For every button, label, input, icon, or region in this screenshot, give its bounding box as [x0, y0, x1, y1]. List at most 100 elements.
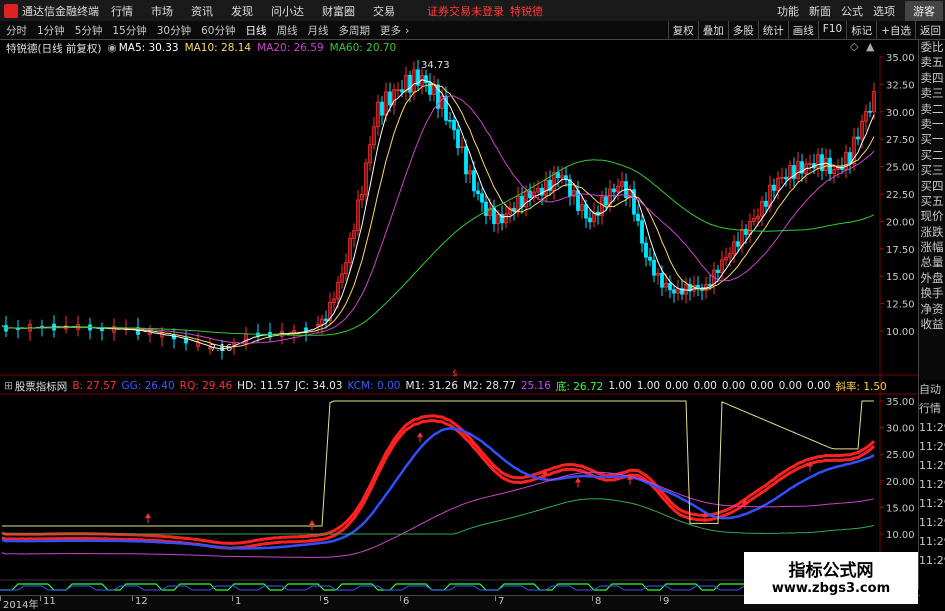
- indicator-value-11: 1.00: [636, 380, 661, 392]
- candle-body: [612, 188, 616, 193]
- price-tick-4: 25.00: [886, 163, 915, 174]
- candle-body: [480, 193, 484, 203]
- candle-body: [772, 184, 776, 191]
- buy-arrow-icon: [417, 432, 423, 438]
- indicator-value-12: 0.00: [665, 380, 689, 392]
- diamond-icon[interactable]: ◇: [850, 40, 859, 53]
- sidebar-item-15[interactable]: 外盘: [919, 271, 945, 286]
- ma60-line: [1, 159, 875, 336]
- sidebar-item-1[interactable]: 卖五: [919, 55, 945, 70]
- indicator-value-5: KCM: 0.00: [347, 380, 401, 392]
- date-label-7: 8: [595, 596, 602, 607]
- sidebar-item-16[interactable]: 换手: [919, 286, 945, 301]
- price-tick-6: 20.00: [886, 217, 915, 228]
- price-tick-9: 12.50: [886, 300, 915, 311]
- ind-tick-3: 20.00: [886, 477, 915, 488]
- indicator-value-14: 0.00: [721, 380, 746, 392]
- candle-body: [640, 220, 644, 244]
- indicator-value-9: 底: 26.72: [555, 380, 604, 393]
- sidebar-item-13[interactable]: 涨幅: [919, 240, 945, 255]
- high-price-label: 34.73: [421, 60, 450, 71]
- indicator-value-10: 1.00: [608, 380, 632, 392]
- date-label-1: 11: [43, 596, 56, 607]
- candle-body: [644, 242, 648, 258]
- expand-icon[interactable]: ▲: [866, 40, 875, 53]
- indicator-settings-icon[interactable]: ⊞: [4, 380, 13, 392]
- ma60-label: MA60: 20.70: [329, 42, 397, 54]
- candle-body: [652, 259, 656, 276]
- sidebar-item-18[interactable]: 收益: [919, 317, 945, 332]
- candle-body: [472, 170, 476, 192]
- sidebar-item-12[interactable]: 涨跌: [919, 225, 945, 240]
- candle-body: [324, 318, 328, 322]
- price-tick-5: 22.50: [886, 190, 915, 201]
- ind-tick-2: 25.00: [886, 450, 915, 461]
- ma20-line: [1, 95, 875, 344]
- date-label-8: 9: [663, 596, 670, 607]
- date-label-5: 6: [403, 596, 410, 607]
- candle-body: [380, 101, 384, 116]
- indicator-name[interactable]: 股票指标网: [15, 379, 68, 394]
- ma10-line: [1, 83, 875, 348]
- watermark: 指标公式网 www.zbgs3.com: [744, 552, 918, 604]
- indicator-info-bar: ⊞ 股票指标网 B: 27.57 GG: 26.40 RQ: 29.46 HD: 11…: [0, 378, 887, 394]
- candle-body: [648, 256, 652, 261]
- sidebar-item-0[interactable]: 委比: [919, 40, 945, 55]
- candle-body: [856, 136, 860, 140]
- indicator-value-0: B: 27.57: [72, 380, 117, 392]
- sidebar-item-5[interactable]: 卖一: [919, 117, 945, 132]
- buy-arrow-icon: [575, 477, 581, 483]
- sidebar-item-11[interactable]: 现价: [919, 209, 945, 224]
- indicator-lines: [1, 400, 876, 558]
- candle-body: [828, 157, 832, 174]
- candle-body: [456, 129, 460, 149]
- buy-arrow-icon: [309, 520, 315, 526]
- price-tick-0: 35.00: [886, 53, 915, 64]
- candle-body: [668, 282, 672, 291]
- sidebar-item-17[interactable]: 净资: [919, 302, 945, 317]
- main-info-bar: 特锐德(日线 前复权) ◉ MA5: 30.33 MA10: 28.14 MA2…: [0, 40, 396, 56]
- candle-body: [452, 119, 456, 131]
- ma5-label: MA5: 30.33: [118, 42, 179, 54]
- ind-tick-4: 15.00: [886, 503, 915, 514]
- candle-body: [464, 146, 468, 175]
- indicator-value-8: 25.16: [520, 380, 551, 392]
- indicator-value-2: RQ: 29.46: [179, 380, 233, 392]
- sidebar-item-14[interactable]: 总量: [919, 255, 945, 270]
- candle-body: [400, 89, 404, 93]
- sidebar-item-7[interactable]: 买二: [919, 148, 945, 163]
- candle-body: [408, 74, 412, 93]
- ma20-label: MA20: 26.59: [257, 42, 324, 54]
- indicator-value-3: HD: 11.57: [237, 380, 291, 392]
- price-tick-3: 27.50: [886, 135, 915, 146]
- sidebar-item-2[interactable]: 卖四: [919, 71, 945, 86]
- sidebar-item-3[interactable]: 卖三: [919, 86, 945, 101]
- indicator-value-16: 0.00: [778, 380, 803, 392]
- detail-item-5: 11:29: [919, 478, 945, 491]
- date-label-6: 7: [498, 596, 505, 607]
- sidebar-item-10[interactable]: 买五: [919, 194, 945, 209]
- candle-body: [604, 196, 608, 206]
- price-tick-8: 15.00: [886, 272, 915, 283]
- detail-item-1: 行情: [919, 402, 941, 415]
- indicator-value-1: GG: 26.40: [121, 380, 175, 392]
- quote-sidebar: 委比 卖五 卖四 卖三 卖二 卖一 买一 买二 买三 买四 买五 现价 涨跌 涨幅 总量 外盘 换手 净资 收益: [918, 40, 945, 380]
- indicator-value-17: 0.00: [807, 380, 831, 392]
- price-tick-1: 32.50: [886, 80, 915, 91]
- ind-tick-5: 10.00: [886, 530, 915, 541]
- ind-red-band-upper: [1, 414, 876, 545]
- indicator-value-4: JC: 34.03: [295, 380, 343, 392]
- detail-sidebar: 自动行情 11:29 11:29 11:29 11:29 11:29 11:29 11:29 1…: [918, 380, 945, 590]
- sidebar-item-9[interactable]: 买四: [919, 179, 945, 194]
- date-label-2: 12: [135, 596, 148, 607]
- low-price-label: 7.16: [210, 343, 232, 354]
- ma10-label: MA10: 28.14: [184, 42, 252, 54]
- candle-body: [716, 269, 720, 273]
- candle-body: [576, 190, 580, 211]
- kline-chart[interactable]: 35.00 32.50 30.00 27.50 25.00 22.50 20.00 17.50…: [0, 0, 945, 609]
- sidebar-item-4[interactable]: 卖二: [919, 102, 945, 117]
- sidebar-item-6[interactable]: 买一: [919, 132, 945, 147]
- detail-item-9: 11:29: [919, 554, 945, 567]
- sidebar-item-8[interactable]: 买三: [919, 163, 945, 178]
- stock-title: 特锐德(日线 前复权): [6, 42, 102, 55]
